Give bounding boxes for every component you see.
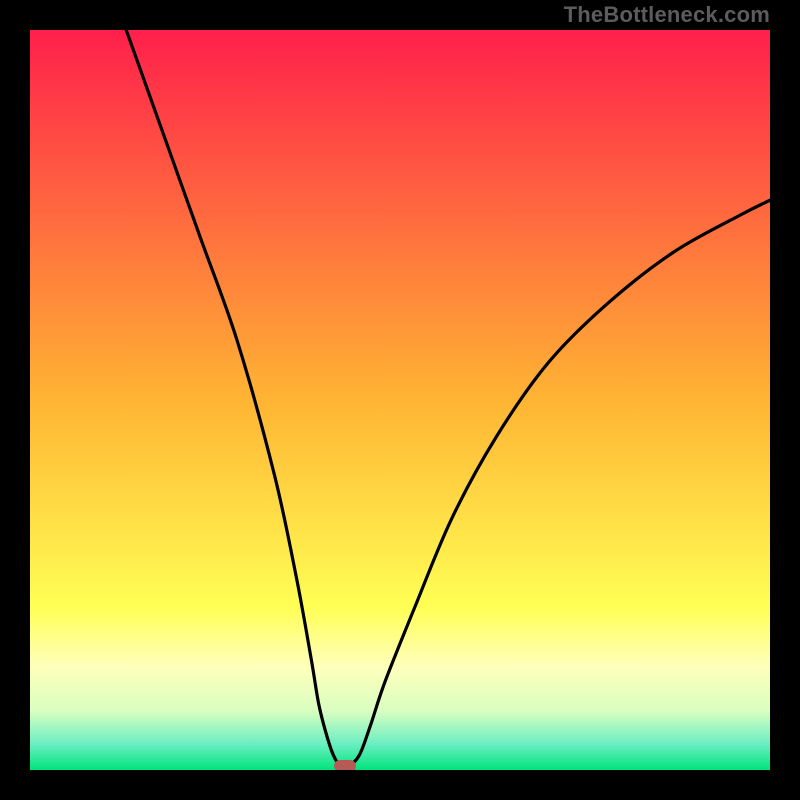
watermark-text: TheBottleneck.com	[564, 2, 770, 28]
optimal-point-marker	[334, 760, 356, 770]
bottleneck-curve	[30, 30, 770, 770]
chart-frame: TheBottleneck.com	[0, 0, 800, 800]
plot-area	[30, 30, 770, 770]
